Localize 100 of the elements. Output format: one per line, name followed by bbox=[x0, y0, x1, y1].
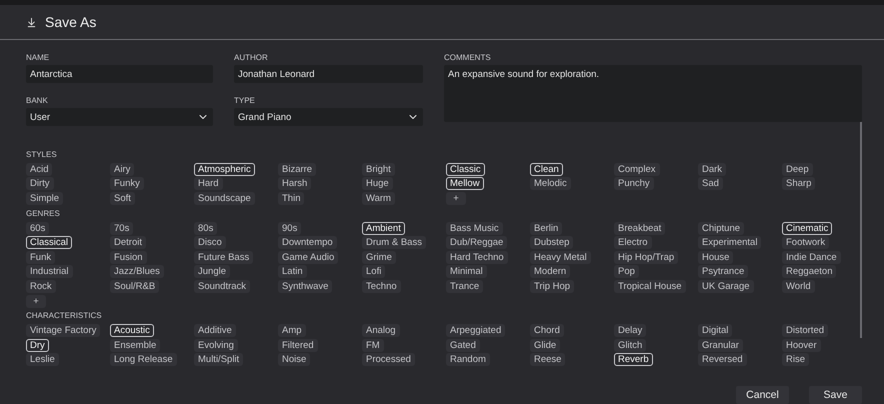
tag[interactable]: 70s bbox=[110, 222, 134, 235]
tag[interactable]: Reversed bbox=[698, 353, 747, 366]
tag[interactable]: Dirty bbox=[26, 177, 54, 190]
tag[interactable]: Heavy Metal bbox=[530, 250, 591, 264]
tag[interactable]: Sharp bbox=[782, 177, 816, 190]
tag[interactable]: Analog bbox=[362, 324, 400, 338]
tag[interactable]: Hoover bbox=[782, 338, 821, 352]
tag[interactable]: House bbox=[698, 250, 734, 264]
tag[interactable]: Dubstep bbox=[530, 236, 574, 250]
tag[interactable]: Pop bbox=[614, 265, 639, 278]
tag[interactable]: Simple bbox=[26, 192, 64, 205]
tag[interactable]: Trance bbox=[446, 280, 484, 293]
tag[interactable]: Bass Music bbox=[446, 222, 503, 235]
input-field[interactable]: Antarctica bbox=[26, 65, 213, 83]
tag[interactable]: Dub/Reggae bbox=[446, 236, 508, 250]
tag[interactable]: Hard Techno bbox=[446, 250, 508, 264]
tag[interactable]: Mellow bbox=[446, 177, 484, 190]
tag[interactable]: Experimental bbox=[698, 236, 762, 250]
tag[interactable]: 80s bbox=[194, 222, 218, 235]
tag[interactable]: Funk bbox=[26, 250, 56, 264]
add-tag-button[interactable]: + bbox=[26, 294, 46, 308]
tag[interactable]: Soundtrack bbox=[194, 280, 250, 293]
cancel-button[interactable]: Cancel bbox=[736, 386, 789, 404]
tag[interactable]: Warm bbox=[362, 192, 395, 205]
tag[interactable]: Glitch bbox=[614, 338, 646, 352]
tag[interactable]: Deep bbox=[782, 162, 813, 176]
tag[interactable]: Vintage Factory bbox=[26, 324, 100, 338]
tag[interactable]: Drum & Bass bbox=[362, 236, 426, 250]
tag[interactable]: Latin bbox=[278, 265, 307, 278]
tag[interactable]: Punchy bbox=[614, 177, 654, 190]
tag[interactable]: Airy bbox=[110, 162, 134, 176]
save-button[interactable]: Save bbox=[809, 386, 862, 404]
dropdown[interactable]: User bbox=[26, 108, 213, 126]
tag[interactable]: Psytrance bbox=[698, 265, 748, 278]
tag[interactable]: Sad bbox=[698, 177, 723, 190]
add-tag-button[interactable]: + bbox=[446, 192, 466, 205]
tag[interactable]: World bbox=[782, 280, 815, 293]
tag[interactable]: Game Audio bbox=[278, 250, 338, 264]
tag[interactable]: Soft bbox=[110, 192, 135, 205]
tag[interactable]: Distorted bbox=[782, 324, 828, 338]
tag[interactable]: Chord bbox=[530, 324, 564, 338]
tag[interactable]: Downtempo bbox=[278, 236, 337, 250]
tag[interactable]: Acoustic bbox=[110, 324, 154, 338]
tag[interactable]: Classical bbox=[26, 236, 72, 250]
tag[interactable]: Berlin bbox=[530, 222, 562, 235]
tag[interactable]: Huge bbox=[362, 177, 393, 190]
tag[interactable]: Processed bbox=[362, 353, 415, 366]
tag[interactable]: Electro bbox=[614, 236, 652, 250]
tag[interactable]: Additive bbox=[194, 324, 236, 338]
tag[interactable]: Atmospheric bbox=[194, 162, 255, 176]
tag[interactable]: Synthwave bbox=[278, 280, 332, 293]
tag[interactable]: 90s bbox=[278, 222, 302, 235]
tag[interactable]: Detroit bbox=[110, 236, 146, 250]
tag[interactable]: Ambient bbox=[362, 222, 405, 235]
tag[interactable]: Jungle bbox=[194, 265, 230, 278]
tag[interactable]: Reese bbox=[530, 353, 566, 366]
tag[interactable]: Long Release bbox=[110, 353, 177, 366]
tag[interactable]: Arpeggiated bbox=[446, 324, 506, 338]
tag[interactable]: Melodic bbox=[530, 177, 571, 190]
tag[interactable]: Jazz/Blues bbox=[110, 265, 164, 278]
tag[interactable]: Reggaeton bbox=[782, 265, 836, 278]
tag[interactable]: 60s bbox=[26, 222, 50, 235]
tag[interactable]: Techno bbox=[362, 280, 401, 293]
tag[interactable]: Bright bbox=[362, 162, 395, 176]
tag[interactable]: Rise bbox=[782, 353, 810, 366]
tag[interactable]: FM bbox=[362, 338, 384, 352]
tag[interactable]: Soundscape bbox=[194, 192, 255, 205]
tag[interactable]: Rock bbox=[26, 280, 56, 293]
scrollbar[interactable] bbox=[860, 122, 862, 338]
tag[interactable]: Hard bbox=[194, 177, 223, 190]
tag[interactable]: Acid bbox=[26, 162, 52, 176]
tag[interactable]: Indie Dance bbox=[782, 250, 841, 264]
tag[interactable]: Funky bbox=[110, 177, 144, 190]
tag[interactable]: Dark bbox=[698, 162, 726, 176]
tag[interactable]: Breakbeat bbox=[614, 222, 666, 235]
tag[interactable]: Disco bbox=[194, 236, 226, 250]
tag[interactable]: Clean bbox=[530, 162, 563, 176]
tag[interactable]: Multi/Split bbox=[194, 353, 244, 366]
tag[interactable]: Future Bass bbox=[194, 250, 254, 264]
tag[interactable]: Delay bbox=[614, 324, 646, 338]
tag[interactable]: Industrial bbox=[26, 265, 73, 278]
tag[interactable]: Glide bbox=[530, 338, 560, 352]
tag[interactable]: UK Garage bbox=[698, 280, 754, 293]
tag[interactable]: Random bbox=[446, 353, 490, 366]
tag[interactable]: Thin bbox=[278, 192, 304, 205]
tag[interactable]: Footwork bbox=[782, 236, 830, 250]
tag[interactable]: Harsh bbox=[278, 177, 312, 190]
tag[interactable]: Lofi bbox=[362, 265, 386, 278]
tag[interactable]: Hip Hop/Trap bbox=[614, 250, 678, 264]
dropdown[interactable]: Grand Piano bbox=[234, 108, 423, 126]
tag[interactable]: Leslie bbox=[26, 353, 59, 366]
tag[interactable]: Amp bbox=[278, 324, 306, 338]
tag[interactable]: Chiptune bbox=[698, 222, 744, 235]
tag[interactable]: Filtered bbox=[278, 338, 318, 352]
comments-field[interactable]: An expansive sound for exploration. bbox=[444, 65, 862, 122]
tag[interactable]: Fusion bbox=[110, 250, 147, 264]
input-field[interactable]: Jonathan Leonard bbox=[234, 65, 423, 83]
tag[interactable]: Reverb bbox=[614, 353, 653, 366]
tag[interactable]: Dry bbox=[26, 338, 49, 352]
tag[interactable]: Complex bbox=[614, 162, 660, 176]
